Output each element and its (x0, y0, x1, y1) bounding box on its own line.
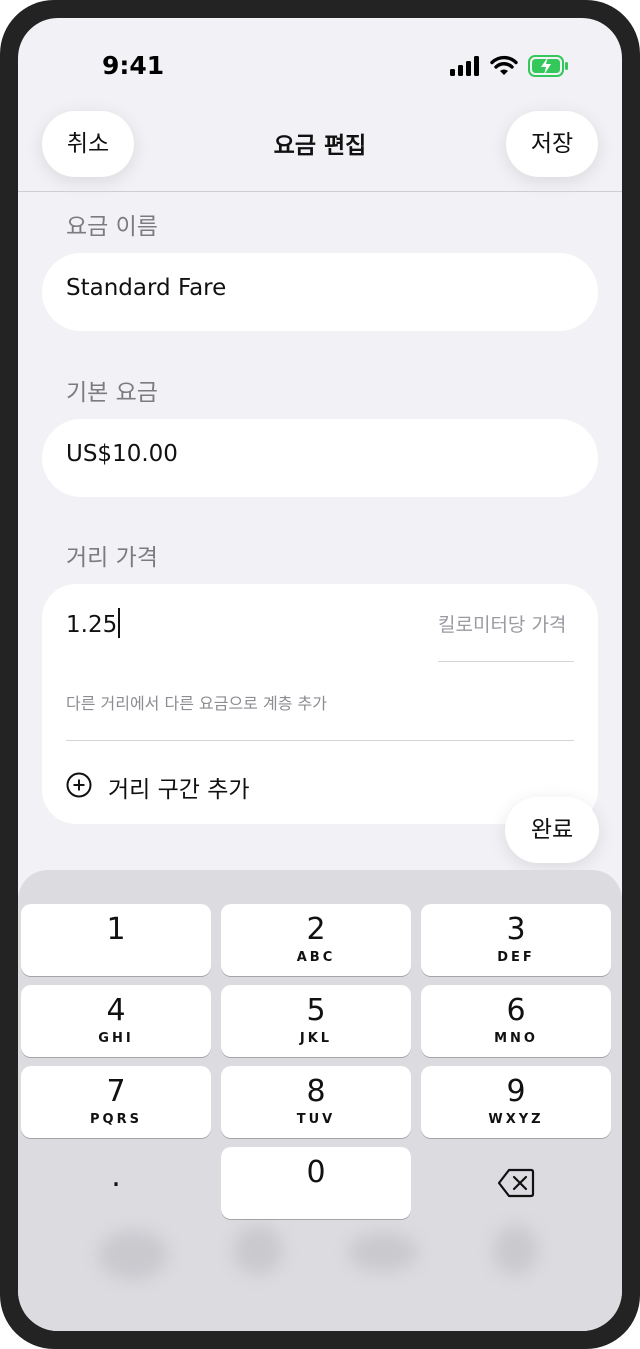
key-letters: MNO (494, 1031, 538, 1046)
key-digit: 5 (306, 993, 326, 1028)
unit-label: 킬로미터당 가격 (438, 614, 567, 636)
key-digit: 0 (306, 1155, 326, 1190)
key-digit: 7 (106, 1074, 126, 1109)
key-letters: JKL (299, 1031, 333, 1046)
fare-name-field[interactable]: Standard Fare (42, 253, 598, 331)
key-letters: ABC (296, 950, 336, 965)
decimal-key[interactable]: . (21, 1147, 211, 1219)
screen: 9:41 취소 요금 편집 저장 요금 이름 Standard Fare 기본 … (18, 18, 622, 1331)
cellular-signal-icon (450, 56, 479, 76)
base-fare-value: US$10.00 (66, 441, 178, 467)
key-letters: WXYZ (488, 1112, 544, 1127)
base-fare-label: 기본 요금 (66, 380, 158, 406)
battery-charging-icon (528, 55, 568, 77)
fare-name-value: Standard Fare (66, 275, 227, 301)
key-digit: 3 (506, 912, 526, 947)
key-4[interactable]: 4 GHI (21, 985, 211, 1057)
key-5[interactable]: 5 JKL (221, 985, 411, 1057)
backspace-key[interactable] (421, 1147, 611, 1219)
nav-divider (18, 191, 622, 192)
plus-circle-icon (66, 772, 92, 798)
numeric-keypad: 1 2 ABC 3 DEF 4 GHI 5 JKL 6 MNO 7 PQRS 8… (18, 870, 622, 1331)
status-time: 9:41 (102, 51, 165, 80)
distance-price-card: 1.25 킬로미터당 가격 다른 거리에서 다른 요금으로 계층 추가 거리 구… (42, 584, 598, 824)
save-button[interactable]: 저장 (506, 111, 598, 177)
key-letters: GHI (98, 1031, 134, 1046)
unit-underline (438, 661, 574, 662)
blurred-background (493, 1225, 538, 1275)
wifi-icon (490, 55, 518, 75)
blurred-background (348, 1232, 418, 1272)
tier-hint: 다른 거리에서 다른 요금으로 계층 추가 (66, 694, 327, 713)
text-caret (118, 608, 121, 638)
device-frame: 9:41 취소 요금 편집 저장 요금 이름 Standard Fare 기본 … (0, 0, 640, 1349)
key-digit: 2 (306, 912, 326, 947)
done-button[interactable]: 완료 (505, 797, 599, 863)
distance-price-value: 1.25 (66, 612, 118, 638)
key-8[interactable]: 8 TUV (221, 1066, 411, 1138)
card-divider (66, 740, 574, 741)
key-letters: TUV (296, 1112, 336, 1127)
key-digit: 9 (506, 1074, 526, 1109)
blurred-background (98, 1230, 168, 1280)
key-1[interactable]: 1 (21, 904, 211, 976)
key-digit: 6 (506, 993, 526, 1028)
key-0[interactable]: 0 (221, 1147, 411, 1219)
key-digit: 4 (106, 993, 126, 1028)
fare-name-label: 요금 이름 (66, 214, 158, 240)
key-6[interactable]: 6 MNO (421, 985, 611, 1057)
key-letters: DEF (497, 950, 535, 965)
key-7[interactable]: 7 PQRS (21, 1066, 211, 1138)
key-digit: 8 (306, 1074, 326, 1109)
key-9[interactable]: 9 WXYZ (421, 1066, 611, 1138)
base-fare-field[interactable]: US$10.00 (42, 419, 598, 497)
distance-price-label: 거리 가격 (66, 545, 158, 571)
key-digit: 1 (106, 912, 126, 947)
key-2[interactable]: 2 ABC (221, 904, 411, 976)
add-tier-label: 거리 구간 추가 (108, 777, 250, 803)
key-letters: PQRS (90, 1112, 142, 1127)
decimal-label: . (111, 1159, 121, 1194)
key-3[interactable]: 3 DEF (421, 904, 611, 976)
backspace-icon (497, 1168, 535, 1198)
distance-price-input[interactable]: 1.25 (66, 608, 121, 638)
blurred-background (233, 1225, 283, 1275)
